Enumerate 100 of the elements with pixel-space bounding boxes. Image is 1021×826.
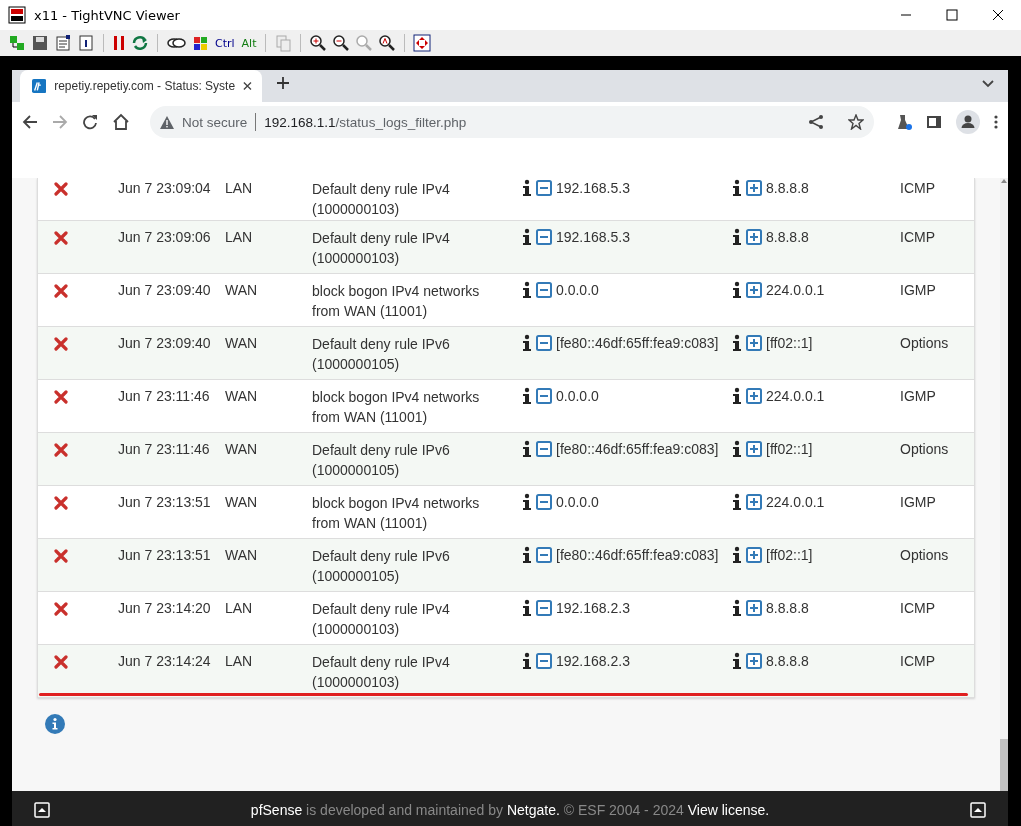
- zoom-in-icon[interactable]: [309, 34, 328, 52]
- license-link[interactable]: View license.: [687, 802, 770, 818]
- info-icon[interactable]: [522, 228, 532, 246]
- scroll-top-icon[interactable]: [34, 802, 50, 818]
- minus-box-icon[interactable]: [536, 282, 552, 298]
- plus-box-icon[interactable]: [746, 494, 762, 510]
- destination-cell: 224.0.0.1: [766, 493, 825, 511]
- options-icon[interactable]: [54, 34, 72, 52]
- side-panel-icon[interactable]: [926, 114, 942, 130]
- zoom-auto-icon[interactable]: [378, 34, 397, 52]
- menu-icon[interactable]: [994, 114, 998, 130]
- rule-cell-text: block bogon IPv4 networks from WAN (11001): [312, 494, 481, 533]
- time-cell-text: Jun 7 23:09:40: [118, 281, 212, 299]
- info-icon[interactable]: [732, 440, 742, 458]
- info-icon[interactable]: [522, 599, 532, 617]
- pause-icon[interactable]: [112, 34, 126, 52]
- close-icon[interactable]: [243, 81, 252, 91]
- reload-icon[interactable]: [82, 114, 98, 130]
- info-icon[interactable]: [732, 228, 742, 246]
- chevron-down-icon[interactable]: [982, 80, 994, 88]
- rule-cell-text: Default deny rule IPv6 (1000000105): [312, 335, 451, 374]
- info-icon[interactable]: [732, 334, 742, 352]
- info-icon[interactable]: [732, 387, 742, 405]
- destination-cell: [ff02::1]: [766, 546, 813, 564]
- zoom-out-icon[interactable]: [332, 34, 351, 52]
- info-icon[interactable]: [732, 179, 742, 197]
- source-cell: 192.168.5.3: [556, 228, 630, 246]
- minus-box-icon[interactable]: [536, 388, 552, 404]
- info-icon[interactable]: [732, 493, 742, 511]
- scrollbar-thumb[interactable]: [1000, 739, 1008, 791]
- time-cell-text: Jun 7 23:09:04: [118, 179, 212, 197]
- info-icon[interactable]: [732, 281, 742, 299]
- pfsense-logo-icon: [32, 78, 47, 94]
- plus-box-icon[interactable]: [746, 653, 762, 669]
- info-icon[interactable]: [522, 652, 532, 670]
- cross-icon: [54, 443, 68, 457]
- info-icon[interactable]: [522, 546, 532, 564]
- info-icon[interactable]: [77, 34, 95, 52]
- protocol-cell-text: ICMP: [900, 599, 936, 617]
- close-icon[interactable]: [992, 9, 1004, 21]
- back-icon[interactable]: [22, 114, 38, 130]
- product-link[interactable]: pfSense: [250, 802, 303, 818]
- minus-box-icon[interactable]: [536, 335, 552, 351]
- minus-box-icon[interactable]: [536, 180, 552, 196]
- minus-box-icon[interactable]: [536, 441, 552, 457]
- browser-tab[interactable]: repetiy.repetiy.com - Status: Syste: [20, 70, 262, 102]
- time-cell-text: Jun 7 23:14:20: [118, 599, 212, 617]
- minus-box-icon[interactable]: [536, 229, 552, 245]
- info-icon[interactable]: [522, 179, 532, 197]
- time-cell-text: Jun 7 23:13:51: [118, 546, 212, 564]
- refresh-icon[interactable]: [131, 34, 149, 52]
- security-label[interactable]: Not secure: [182, 114, 248, 130]
- share-icon[interactable]: [808, 114, 824, 130]
- plus-box-icon[interactable]: [746, 547, 762, 563]
- warning-icon[interactable]: [160, 115, 174, 129]
- scroll-top-icon[interactable]: [970, 802, 986, 818]
- interface-cell-text: WAN: [225, 387, 259, 405]
- plus-box-icon[interactable]: [746, 388, 762, 404]
- connection-icon[interactable]: [8, 34, 26, 52]
- rule-cell-text: block bogon IPv4 networks from WAN (11001): [312, 388, 481, 427]
- profile-icon[interactable]: [956, 110, 980, 134]
- alt-key-button[interactable]: Alt: [240, 36, 258, 50]
- plus-box-icon[interactable]: [746, 282, 762, 298]
- windows-flag-icon[interactable]: [191, 34, 209, 52]
- info-icon[interactable]: [522, 281, 532, 299]
- plus-box-icon[interactable]: [746, 441, 762, 457]
- fullscreen-icon[interactable]: [413, 34, 432, 52]
- maximize-icon[interactable]: [946, 9, 958, 21]
- protocol-cell-text: ICMP: [900, 652, 936, 670]
- destination-cell: 8.8.8.8: [766, 599, 809, 617]
- info-icon[interactable]: [732, 652, 742, 670]
- plus-box-icon[interactable]: [746, 335, 762, 351]
- save-icon[interactable]: [31, 34, 49, 52]
- info-icon[interactable]: [522, 440, 532, 458]
- info-icon[interactable]: [522, 387, 532, 405]
- rule-cell-text: Default deny rule IPv4 (1000000103): [312, 653, 451, 692]
- destination-cell: 224.0.0.1: [766, 281, 825, 299]
- plus-box-icon[interactable]: [746, 600, 762, 616]
- info-icon[interactable]: [732, 546, 742, 564]
- info-icon[interactable]: [522, 334, 532, 352]
- minus-box-icon[interactable]: [536, 600, 552, 616]
- cross-icon: [54, 390, 68, 404]
- cross-icon: [54, 337, 68, 351]
- home-icon[interactable]: [112, 113, 130, 131]
- info-icon[interactable]: [732, 599, 742, 617]
- minus-box-icon[interactable]: [536, 547, 552, 563]
- plus-box-icon[interactable]: [746, 180, 762, 196]
- minus-box-icon[interactable]: [536, 494, 552, 510]
- new-tab-icon[interactable]: [276, 76, 290, 90]
- address-bar[interactable]: Not secure 192.168.1.1/status_logs_filter.php: [150, 106, 874, 138]
- info-icon[interactable]: [522, 493, 532, 511]
- footer-text: pfSense is developed and maintained by Netgate. © ESF 2004 - 2024 View license.: [249, 802, 771, 818]
- plus-box-icon[interactable]: [746, 229, 762, 245]
- scrollbar[interactable]: [1000, 178, 1008, 791]
- ctrl-key-button[interactable]: Ctrl: [214, 36, 236, 50]
- minus-box-icon[interactable]: [536, 653, 552, 669]
- company-link[interactable]: Netgate.: [506, 802, 560, 818]
- destination-cell: [ff02::1]: [766, 440, 813, 458]
- flask-icon[interactable]: [896, 114, 912, 130]
- bookmark-star-icon[interactable]: [848, 114, 864, 130]
